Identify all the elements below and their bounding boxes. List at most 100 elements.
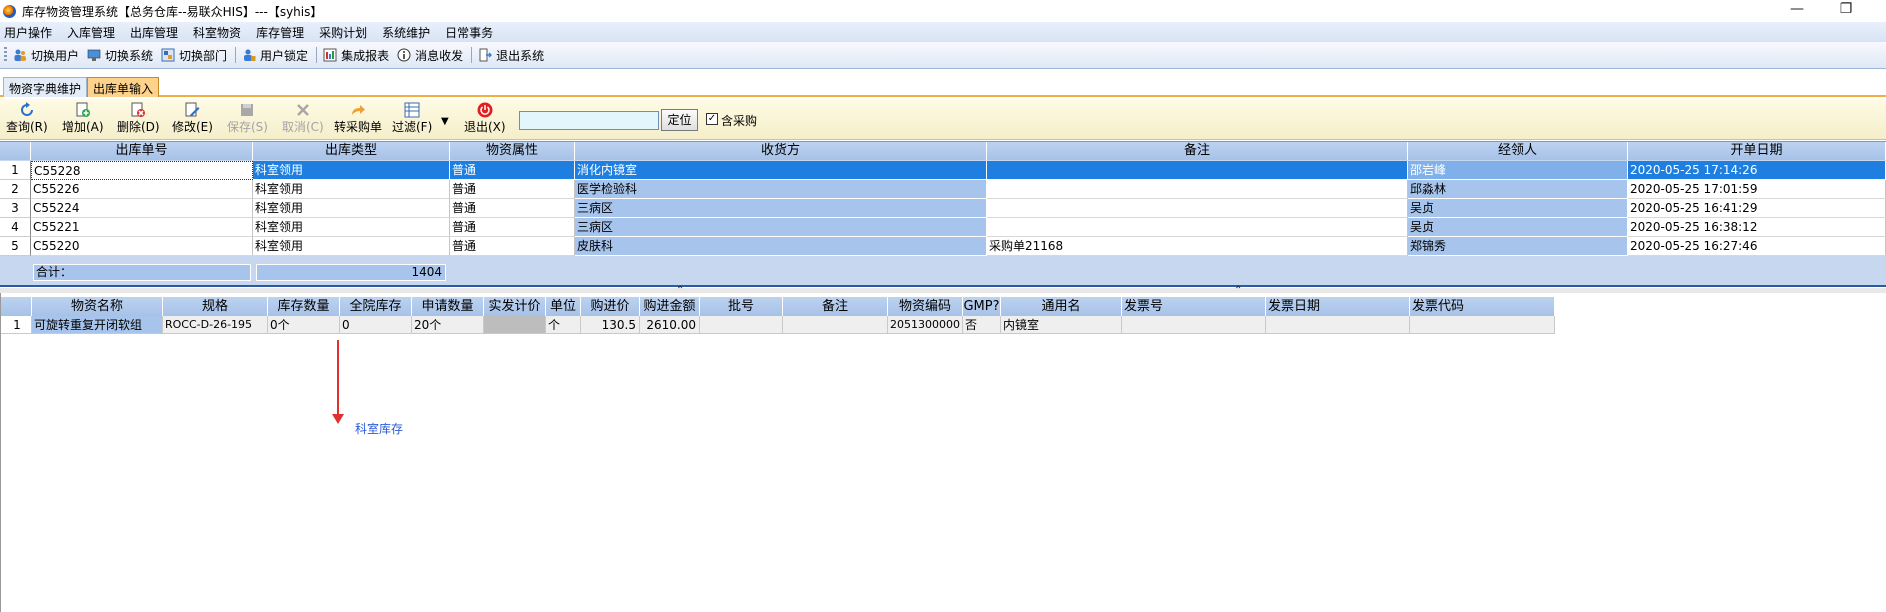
cell-date[interactable]: 2020-05-25 16:41:29 xyxy=(1628,199,1886,218)
delete-button[interactable]: 删除(D) xyxy=(117,102,160,134)
tab-outbound-entry[interactable]: 出库单输入 xyxy=(87,77,160,97)
cell-receiver[interactable]: 三病区 xyxy=(575,199,987,218)
save-button[interactable]: 保存(S) xyxy=(227,102,268,134)
menu-inventory[interactable]: 库存管理 xyxy=(256,24,304,41)
cell-attr[interactable]: 普通 xyxy=(450,218,575,237)
col-header-hospital-stock[interactable]: 全院库存 xyxy=(340,297,412,316)
menu-daily[interactable]: 日常事务 xyxy=(445,24,493,41)
edit-button[interactable]: 修改(E) xyxy=(172,102,213,134)
messages-button[interactable]: 消息收发 xyxy=(397,47,463,64)
cell-order-no[interactable]: C55228 xyxy=(31,161,253,180)
cell-attr[interactable]: 普通 xyxy=(450,237,575,256)
switch-dept-button[interactable]: 切换部门 xyxy=(161,47,227,64)
table-row[interactable]: 1 C55228 科室领用 普通 消化内镜室 邵岩峰 2020-05-25 17… xyxy=(0,161,1886,180)
cell-order-no[interactable]: C55224 xyxy=(31,199,253,218)
col-header-actual-price[interactable]: 实发计价 xyxy=(484,297,546,316)
cell-date[interactable]: 2020-05-25 16:38:12 xyxy=(1628,218,1886,237)
cell-receiver[interactable]: 消化内镜室 xyxy=(575,161,987,180)
to-purchase-button[interactable]: 转采购单 xyxy=(334,102,382,134)
col-header-purchase-amount[interactable]: 购进金额 xyxy=(640,297,700,316)
cell-purchase-amount[interactable]: 2610.00 xyxy=(640,316,700,334)
search-input[interactable] xyxy=(519,111,659,130)
cell-attr[interactable]: 普通 xyxy=(450,180,575,199)
cell-type[interactable]: 科室领用 xyxy=(253,199,450,218)
cell-request-qty[interactable]: 20个 xyxy=(412,316,484,334)
col-header-material-code[interactable]: 物资编码 xyxy=(888,297,963,316)
cell-person[interactable]: 郑锦秀 xyxy=(1408,237,1628,256)
cell-attr[interactable]: 普通 xyxy=(450,161,575,180)
col-header-batch[interactable]: 批号 xyxy=(700,297,783,316)
cell-note[interactable] xyxy=(987,199,1408,218)
cell-unit[interactable]: 个 xyxy=(546,316,581,334)
switch-system-button[interactable]: 切换系统 xyxy=(87,47,153,64)
menu-purchase-plan[interactable]: 采购计划 xyxy=(319,24,367,41)
col-header-attr[interactable]: 物资属性 xyxy=(450,142,575,160)
cell-order-no[interactable]: C55220 xyxy=(31,237,253,256)
col-header-material-name[interactable]: 物资名称 xyxy=(32,297,163,316)
cell-note[interactable] xyxy=(987,161,1408,180)
col-header-purchase-price[interactable]: 购进价 xyxy=(581,297,640,316)
query-button[interactable]: 查询(R) xyxy=(6,102,48,134)
col-header-invoice-code[interactable]: 发票代码 xyxy=(1410,297,1555,316)
cell-spec[interactable]: ROCC-D-26-195 xyxy=(163,316,268,334)
cell-receiver[interactable]: 皮肤科 xyxy=(575,237,987,256)
col-header-note[interactable]: 备注 xyxy=(783,297,888,316)
switch-user-button[interactable]: 切换用户 xyxy=(13,47,79,64)
col-header-stock[interactable]: 库存数量 xyxy=(268,297,340,316)
cell-actual-price[interactable] xyxy=(484,316,546,334)
col-header-note[interactable]: 备注 xyxy=(987,142,1408,160)
exit-button[interactable]: 退出(X) xyxy=(464,102,506,134)
menu-dept-supplies[interactable]: 科室物资 xyxy=(193,24,241,41)
locate-button[interactable]: 定位 xyxy=(661,109,698,131)
cell-date[interactable]: 2020-05-25 17:01:59 xyxy=(1628,180,1886,199)
col-header-invoice-date[interactable]: 发票日期 xyxy=(1266,297,1410,316)
cell-stock[interactable]: 0个 xyxy=(268,316,340,334)
menu-user-ops[interactable]: 用户操作 xyxy=(4,24,52,41)
menu-outbound[interactable]: 出库管理 xyxy=(130,24,178,41)
tab-material-dictionary[interactable]: 物资字典维护 xyxy=(3,77,88,97)
col-header-generic-name[interactable]: 通用名 xyxy=(1001,297,1122,316)
filter-dropdown-arrow[interactable]: ▼ xyxy=(441,115,449,129)
cell-note[interactable] xyxy=(783,316,888,334)
col-header-receiver[interactable]: 收货方 xyxy=(575,142,987,160)
cell-hospital-stock[interactable]: 0 xyxy=(340,316,412,334)
cell-person[interactable]: 吴贞 xyxy=(1408,199,1628,218)
cell-person[interactable]: 邵岩峰 xyxy=(1408,161,1628,180)
cell-person[interactable]: 邱淼林 xyxy=(1408,180,1628,199)
col-header-person[interactable]: 经领人 xyxy=(1408,142,1628,160)
cell-batch[interactable] xyxy=(700,316,783,334)
table-row[interactable]: 3 C55224 科室领用 普通 三病区 吴贞 2020-05-25 16:41… xyxy=(0,199,1886,218)
table-row[interactable]: 5 C55220 科室领用 普通 皮肤科 采购单21168 郑锦秀 2020-0… xyxy=(0,237,1886,256)
cell-note[interactable] xyxy=(987,180,1408,199)
cell-type[interactable]: 科室领用 xyxy=(253,161,450,180)
col-header-unit[interactable]: 单位 xyxy=(546,297,581,316)
cell-material-code[interactable]: 2051300000 xyxy=(888,316,963,334)
cell-type[interactable]: 科室领用 xyxy=(253,237,450,256)
cell-purchase-price[interactable]: 130.5 xyxy=(581,316,640,334)
cell-invoice-date[interactable] xyxy=(1266,316,1410,334)
add-button[interactable]: 增加(A) xyxy=(62,102,104,134)
user-lock-button[interactable]: 用户锁定 xyxy=(242,47,308,64)
cell-receiver[interactable]: 医学检验科 xyxy=(575,180,987,199)
cell-invoice-no[interactable] xyxy=(1122,316,1266,334)
col-header-gmp[interactable]: GMP? xyxy=(963,297,1001,316)
minimize-button[interactable]: — xyxy=(1787,2,1807,18)
cell-date[interactable]: 2020-05-25 16:27:46 xyxy=(1628,237,1886,256)
restore-button[interactable]: ❐ xyxy=(1836,2,1856,18)
table-row[interactable]: 2 C55226 科室领用 普通 医学检验科 邱淼林 2020-05-25 17… xyxy=(0,180,1886,199)
col-header-invoice-no[interactable]: 发票号 xyxy=(1122,297,1266,316)
cell-date[interactable]: 2020-05-25 17:14:26 xyxy=(1628,161,1886,180)
col-header-request-qty[interactable]: 申请数量 xyxy=(412,297,484,316)
cell-attr[interactable]: 普通 xyxy=(450,199,575,218)
cell-receiver[interactable]: 三病区 xyxy=(575,218,987,237)
cell-note[interactable] xyxy=(987,218,1408,237)
cell-invoice-code[interactable] xyxy=(1410,316,1555,334)
cell-type[interactable]: 科室领用 xyxy=(253,180,450,199)
include-purchase-checkbox[interactable]: ✓ xyxy=(706,113,718,125)
cell-material-name[interactable]: 可旋转重复开闭软组 xyxy=(32,316,163,334)
cell-person[interactable]: 吴贞 xyxy=(1408,218,1628,237)
exit-system-button[interactable]: 退出系统 xyxy=(478,47,544,64)
menu-system-maint[interactable]: 系统维护 xyxy=(382,24,430,41)
cancel-button[interactable]: 取消(C) xyxy=(282,102,324,134)
filter-button[interactable]: 过滤(F) xyxy=(392,102,432,134)
